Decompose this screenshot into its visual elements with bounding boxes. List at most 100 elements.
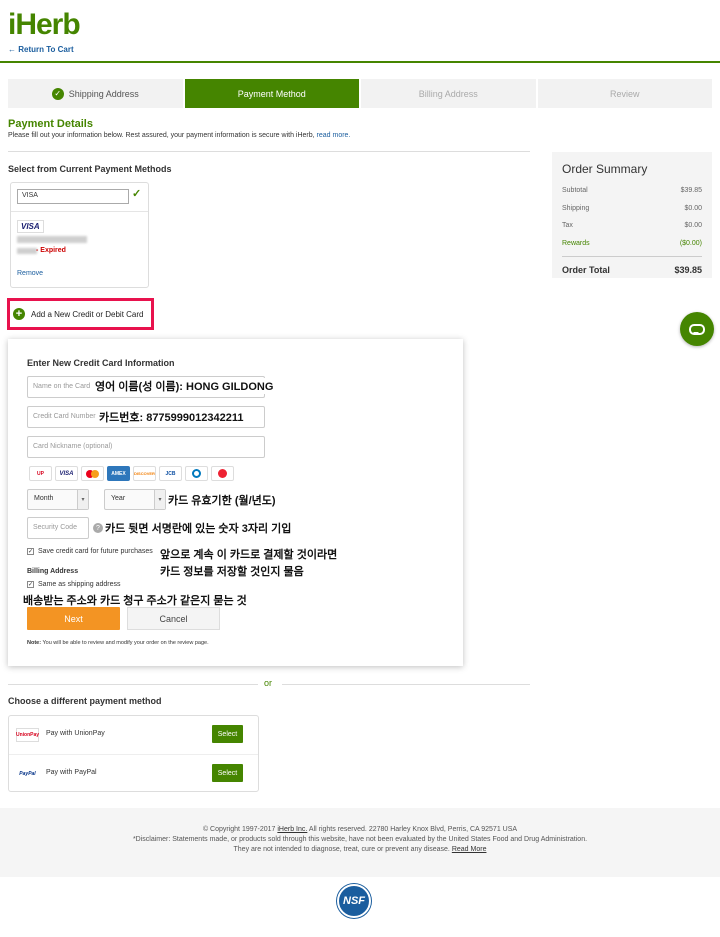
checkbox-checked: ✓ xyxy=(27,581,34,588)
discover-logo: DISCOVER xyxy=(133,466,156,481)
step-billing-address: Billing Address xyxy=(361,79,536,108)
select-unionpay-button[interactable]: Select xyxy=(212,725,243,743)
help-icon[interactable]: ? xyxy=(93,523,103,533)
summary-row-rewards: Rewards ($0.00) xyxy=(562,235,702,253)
read-more-link[interactable]: Read More xyxy=(452,846,487,853)
total-label: Order Total xyxy=(562,264,610,275)
plus-icon: + xyxy=(13,308,25,320)
summary-title: Order Summary xyxy=(562,162,648,176)
page-title: Payment Details xyxy=(8,118,93,130)
diners-logo xyxy=(185,466,208,481)
annotation-same-address: 배송받는 주소와 카드 청구 주소가 같은지 묻는 것 xyxy=(23,592,247,608)
month-select[interactable]: Month ▾ xyxy=(27,489,89,510)
annotation-name: 영어 이름(성 이름): HONG GILDONG xyxy=(95,378,274,394)
next-button[interactable]: Next xyxy=(27,607,120,630)
unionpay-logo: UP xyxy=(29,466,52,481)
read-more-link[interactable]: read more. xyxy=(317,132,351,139)
chat-bubble-icon xyxy=(689,323,705,335)
form-title: Enter New Credit Card Information xyxy=(27,358,175,368)
nsf-badge[interactable]: NSF xyxy=(337,884,371,918)
visa-logo: VISA xyxy=(55,466,78,481)
divider xyxy=(8,684,258,685)
alternative-methods: UnionPay Pay with UnionPay Select PayPal… xyxy=(8,715,259,792)
paypal-logo: PayPal xyxy=(19,771,36,777)
return-to-cart-link[interactable]: ← Return To Cart xyxy=(8,45,74,54)
alternatives-title: Choose a different payment method xyxy=(8,696,162,706)
checkout-page: iHerb ← Return To Cart ✓ Shipping Addres… xyxy=(0,0,720,937)
save-card-checkbox[interactable]: ✓ Save credit card for future purchases xyxy=(27,548,153,555)
iherb-inc-link[interactable]: iHerb Inc. xyxy=(277,826,307,833)
note-text: You will be able to review and modify yo… xyxy=(41,640,209,646)
year-select[interactable]: Year ▾ xyxy=(104,489,166,510)
step-label: Payment Method xyxy=(237,88,306,99)
row-value: $0.00 xyxy=(684,204,702,212)
step-shipping-address[interactable]: ✓ Shipping Address xyxy=(8,79,183,108)
footer-line-3: They are not intended to diagnose, treat… xyxy=(0,845,720,855)
page-subtitle: Please fill out your information below. … xyxy=(8,132,350,139)
current-methods-title: Select from Current Payment Methods xyxy=(8,164,172,174)
unionpay-logo: UnionPay xyxy=(16,728,39,742)
cancel-button[interactable]: Cancel xyxy=(127,607,220,630)
amex-logo: AMEX xyxy=(107,466,130,481)
other-card-logo xyxy=(211,466,234,481)
card-nickname-input[interactable]: Card Nickname (optional) xyxy=(27,436,265,458)
row-value: $39.85 xyxy=(680,187,702,195)
row-label: Tax xyxy=(562,222,573,230)
security-code-input[interactable]: Security Code xyxy=(27,517,89,539)
divider xyxy=(11,211,148,212)
summary-row-subtotal: Subtotal $39.85 xyxy=(562,182,702,200)
iherb-logo[interactable]: iHerb xyxy=(8,8,81,42)
same-as-shipping-checkbox[interactable]: ✓ Same as shipping address xyxy=(27,581,121,588)
masked-card-number xyxy=(17,236,87,243)
step-review: Review xyxy=(537,79,712,108)
month-value: Month xyxy=(34,495,54,502)
copyright-text: © Copyright 1997-2017 xyxy=(202,826,278,833)
divider xyxy=(282,684,530,685)
footer: © Copyright 1997-2017 iHerb Inc. All rig… xyxy=(0,808,720,877)
row-value: ($0.00) xyxy=(679,239,702,247)
row-label: Rewards xyxy=(562,239,590,247)
disclaimer-text: They are not intended to diagnose, treat… xyxy=(233,846,452,853)
footer-line-1: © Copyright 1997-2017 iHerb Inc. All rig… xyxy=(0,825,720,835)
jcb-logo: JCB xyxy=(159,466,182,481)
save-card-label: Save credit card for future purchases xyxy=(38,548,153,555)
add-new-card-button[interactable]: + Add a New Credit or Debit Card xyxy=(7,298,154,330)
alt-label: Pay with UnionPay xyxy=(46,730,105,737)
form-note: Note: You will be able to review and mod… xyxy=(27,640,209,646)
add-card-label: Add a New Credit or Debit Card xyxy=(31,309,144,319)
alt-method-paypal: PayPal Pay with PayPal Select xyxy=(9,754,258,792)
note-bold: Note: xyxy=(27,640,42,646)
visa-logo: VISA xyxy=(17,220,44,233)
address-text: All rights reserved. 22780 Harley Knox B… xyxy=(307,826,518,833)
step-label: Review xyxy=(609,88,640,99)
checkbox-checked: ✓ xyxy=(27,548,34,555)
summary-row-tax: Tax $0.00 xyxy=(562,217,702,235)
footer-line-2: *Disclaimer: Statements made, or product… xyxy=(132,836,588,843)
subtitle-text: Please fill out your information below. … xyxy=(8,132,315,139)
alt-label: Pay with PayPal xyxy=(46,769,97,776)
checkout-steps: ✓ Shipping Address Payment Method Billin… xyxy=(8,79,712,108)
chevron-down-icon: ▾ xyxy=(77,490,88,509)
chat-button[interactable] xyxy=(680,312,714,346)
select-paypal-button[interactable]: Select xyxy=(212,764,243,782)
annotation-expiry: 카드 유효기한 (월/년도) xyxy=(168,492,276,508)
masked-expiry xyxy=(17,248,37,254)
total-value: $39.85 xyxy=(674,264,702,275)
card-select[interactable]: VISA xyxy=(17,189,129,204)
logo-text: iHerb xyxy=(8,8,81,41)
same-as-shipping-label: Same as shipping address xyxy=(38,581,121,588)
billing-address-label: Billing Address xyxy=(27,568,79,575)
saved-card[interactable]: VISA ✓ VISA - Expired Remove xyxy=(10,182,149,288)
new-card-form: Enter New Credit Card Information Name o… xyxy=(8,339,463,666)
annotation-number: 카드번호: 8775999012342211 xyxy=(99,409,244,425)
expired-label: - Expired xyxy=(36,247,66,254)
row-value: $0.00 xyxy=(684,222,702,230)
annotation-save-1: 앞으로 계속 이 카드로 결제할 것이라면 xyxy=(160,546,338,562)
mastercard-logo xyxy=(81,466,104,481)
annotation-save-2: 카드 정보를 저장할 것인지 물음 xyxy=(160,563,304,579)
card-logos: UP VISA AMEX DISCOVER JCB xyxy=(29,466,234,481)
chevron-down-icon: ▾ xyxy=(154,490,165,509)
remove-card-link[interactable]: Remove xyxy=(17,270,43,277)
summary-row-total: Order Total $39.85 xyxy=(562,261,702,279)
step-payment-method: Payment Method xyxy=(184,79,359,108)
